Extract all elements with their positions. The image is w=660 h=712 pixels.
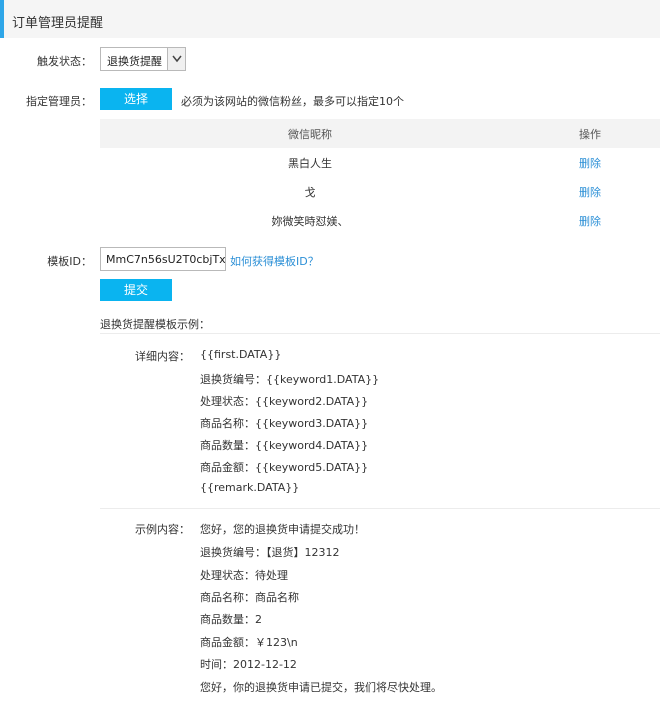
column-header-nickname: 微信昵称 bbox=[100, 119, 520, 148]
table-row: 妳微笑時怼媄、 删除 bbox=[100, 206, 660, 235]
sample-line: 您好，你的退换货申请已提交，我们将尽快处理。 bbox=[200, 681, 442, 694]
example-title: 退换货提醒模板示例： bbox=[100, 318, 210, 331]
template-id-value: MmC7n56sU2T0cbjTxZ bbox=[106, 253, 226, 266]
admin-nickname: 妳微笑時怼媄、 bbox=[271, 214, 349, 228]
detail-line: 退换货编号：{{keyword1.DATA}} bbox=[200, 373, 380, 386]
sample-line: 商品金额：￥123\n bbox=[200, 636, 298, 649]
admin-table: 微信昵称 操作 黑白人生 删除 戈 删除 妳微笑時怼媄、 删除 bbox=[100, 119, 660, 235]
sample-line: 商品数量：2 bbox=[200, 613, 262, 626]
divider bbox=[100, 508, 660, 509]
detail-line: {{first.DATA}} bbox=[200, 348, 282, 361]
delete-admin-link[interactable]: 删除 bbox=[579, 157, 601, 170]
admin-hint: 必须为该网站的微信粉丝，最多可以指定10个 bbox=[181, 95, 404, 108]
sample-line: 处理状态：待处理 bbox=[200, 569, 288, 582]
trigger-status-select[interactable]: 退换货提醒 bbox=[100, 47, 186, 71]
submit-button[interactable]: 提交 bbox=[100, 279, 172, 301]
sample-line: 退换货编号：【退货】12312 bbox=[200, 546, 340, 559]
sample-line: 时间：2012-12-12 bbox=[200, 658, 297, 671]
page-title: 订单管理员提醒 bbox=[12, 16, 104, 31]
admin-label: 指定管理员： bbox=[26, 95, 92, 108]
sample-line: 您好，您的退换货申请提交成功！ bbox=[200, 523, 365, 536]
select-admin-button[interactable]: 选择 bbox=[100, 88, 172, 110]
sample-line: 商品名称：商品名称 bbox=[200, 591, 299, 604]
detail-content-label: 详细内容： bbox=[135, 350, 190, 363]
chevron-down-icon[interactable] bbox=[167, 48, 185, 70]
template-id-label: 模板ID： bbox=[47, 255, 92, 268]
detail-line: 商品数量：{{keyword4.DATA}} bbox=[200, 439, 369, 452]
table-row: 戈 删除 bbox=[100, 177, 660, 206]
template-id-input[interactable]: MmC7n56sU2T0cbjTxZ bbox=[100, 247, 226, 271]
detail-line: 商品金额：{{keyword5.DATA}} bbox=[200, 461, 369, 474]
trigger-status-label: 触发状态： bbox=[37, 55, 92, 68]
sample-content-label: 示例内容： bbox=[135, 523, 190, 536]
page-header: 订单管理员提醒 bbox=[0, 0, 660, 38]
delete-admin-link[interactable]: 删除 bbox=[579, 215, 601, 228]
table-row: 黑白人生 删除 bbox=[100, 148, 660, 177]
column-header-action: 操作 bbox=[520, 119, 660, 148]
detail-line: 商品名称：{{keyword3.DATA}} bbox=[200, 417, 369, 430]
delete-admin-link[interactable]: 删除 bbox=[579, 186, 601, 199]
admin-nickname: 黑白人生 bbox=[288, 156, 332, 170]
divider bbox=[100, 333, 660, 334]
table-header-row: 微信昵称 操作 bbox=[100, 119, 660, 148]
detail-line: 处理状态：{{keyword2.DATA}} bbox=[200, 395, 369, 408]
admin-nickname: 戈 bbox=[304, 185, 316, 199]
template-id-help-link[interactable]: 如何获得模板ID？ bbox=[230, 253, 319, 269]
trigger-status-value: 退换货提醒 bbox=[107, 55, 162, 68]
detail-line: {{remark.DATA}} bbox=[200, 481, 300, 494]
